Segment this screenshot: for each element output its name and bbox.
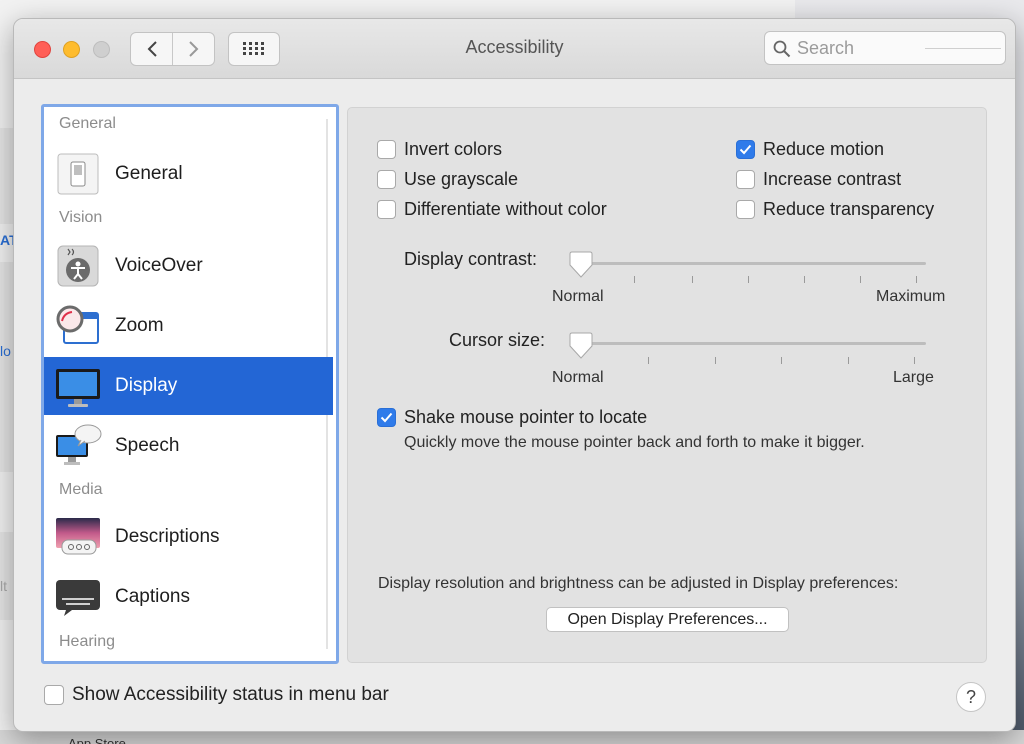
background-strip xyxy=(0,262,14,472)
sidebar-item-label: General xyxy=(115,163,183,184)
sidebar-item-descriptions[interactable]: Descriptions xyxy=(44,508,333,566)
display-contrast-track[interactable] xyxy=(573,262,926,265)
display-settings-panel: Invert colors Use grayscale Differentiat… xyxy=(347,107,987,663)
display-contrast-min-label: Normal xyxy=(552,288,604,305)
cursor-size-min-label: Normal xyxy=(552,369,604,386)
use-grayscale-checkbox[interactable] xyxy=(377,170,396,189)
slider-tick xyxy=(648,357,649,364)
use-grayscale-option[interactable]: Use grayscale xyxy=(377,169,518,190)
slider-tick xyxy=(860,276,861,283)
sidebar-item-label: Display xyxy=(115,375,178,396)
background-text: lt xyxy=(0,578,7,594)
sidebar-item-general[interactable]: General xyxy=(44,145,333,203)
speech-icon xyxy=(56,424,102,465)
search-field[interactable] xyxy=(764,31,1006,65)
display-contrast-slider-knob[interactable] xyxy=(568,251,594,279)
slider-tick xyxy=(848,357,849,364)
checkbox-label: Shake mouse pointer to locate xyxy=(404,407,648,427)
cursor-size-label: Cursor size: xyxy=(449,330,546,350)
checkbox-label: Increase contrast xyxy=(763,169,902,189)
sidebar-item-speech[interactable]: Speech xyxy=(44,417,333,475)
invert-colors-option[interactable]: Invert colors xyxy=(377,139,502,160)
search-icon xyxy=(773,40,791,58)
shake-pointer-option[interactable]: Shake mouse pointer to locate xyxy=(377,407,647,428)
differentiate-without-color-option[interactable]: Differentiate without color xyxy=(377,199,607,220)
checkbox-label: Show Accessibility status in menu bar xyxy=(72,684,389,705)
sidebar-item-captions[interactable]: Captions xyxy=(44,568,333,626)
differentiate-without-color-checkbox[interactable] xyxy=(377,200,396,219)
checkbox-label: Reduce motion xyxy=(763,139,885,159)
background-strip xyxy=(0,532,14,620)
title-bar: Accessibility xyxy=(14,19,1015,79)
slider-tick xyxy=(781,357,782,364)
reduce-transparency-option[interactable]: Reduce transparency xyxy=(736,199,934,220)
slider-tick xyxy=(804,276,805,283)
background-text: lo xyxy=(0,343,11,359)
increase-contrast-checkbox[interactable] xyxy=(736,170,755,189)
voiceover-icon xyxy=(57,245,99,287)
sidebar-item-voiceover[interactable]: VoiceOver xyxy=(44,237,333,295)
section-header-hearing: Hearing xyxy=(59,633,116,650)
checkmark-icon xyxy=(380,412,393,423)
checkbox-label: Invert colors xyxy=(404,139,503,159)
category-sidebar[interactable]: General General Vision VoiceOver Zoom Di… xyxy=(41,104,339,664)
cursor-size-max-label: Large xyxy=(893,369,934,386)
sidebar-item-label: Speech xyxy=(115,435,180,456)
reduce-motion-checkbox[interactable] xyxy=(736,140,755,159)
display-contrast-max-label: Maximum xyxy=(876,288,946,305)
section-header-general: General xyxy=(59,115,116,132)
show-status-checkbox[interactable] xyxy=(44,685,64,705)
sidebar-item-label: Captions xyxy=(115,586,190,607)
search-input[interactable] xyxy=(797,36,917,60)
sidebar-item-label: Descriptions xyxy=(115,526,220,547)
sidebar-item-label: Zoom xyxy=(115,315,164,336)
descriptions-icon xyxy=(56,518,100,555)
sidebar-item-label: VoiceOver xyxy=(115,255,203,276)
sidebar-item-zoom[interactable]: Zoom xyxy=(44,297,333,355)
open-display-preferences-button[interactable]: Open Display Preferences... xyxy=(546,607,789,632)
background-strip xyxy=(0,128,14,224)
reduce-transparency-checkbox[interactable] xyxy=(736,200,755,219)
accessibility-window: Accessibility General General Vision xyxy=(13,18,1016,732)
sidebar-item-display[interactable]: Display xyxy=(44,357,333,415)
captions-icon xyxy=(56,580,100,616)
cursor-size-track[interactable] xyxy=(573,342,926,345)
section-header-vision: Vision xyxy=(59,209,103,226)
checkmark-icon xyxy=(739,144,752,155)
background-text: App Store xyxy=(68,736,126,744)
reduce-motion-option[interactable]: Reduce motion xyxy=(736,139,884,160)
section-header-media: Media xyxy=(59,481,103,498)
help-button[interactable]: ? xyxy=(956,682,986,712)
slider-tick xyxy=(914,357,915,364)
checkbox-label: Reduce transparency xyxy=(763,199,935,219)
slider-tick xyxy=(916,276,917,283)
zoom-icon xyxy=(56,305,99,344)
shake-pointer-description: Quickly move the mouse pointer back and … xyxy=(404,434,865,451)
slider-tick xyxy=(634,276,635,283)
shake-pointer-checkbox[interactable] xyxy=(377,408,396,427)
resolution-note: Display resolution and brightness can be… xyxy=(378,575,899,592)
search-divider xyxy=(925,48,1001,49)
slider-tick xyxy=(692,276,693,283)
checkbox-label: Use grayscale xyxy=(404,169,519,189)
invert-colors-checkbox[interactable] xyxy=(377,140,396,159)
increase-contrast-option[interactable]: Increase contrast xyxy=(736,169,901,190)
checkbox-label: Differentiate without color xyxy=(404,199,607,219)
display-contrast-label: Display contrast: xyxy=(404,249,538,269)
display-icon xyxy=(56,369,100,407)
show-status-option[interactable]: Show Accessibility status in menu bar xyxy=(44,684,389,706)
slider-tick xyxy=(715,357,716,364)
cursor-size-slider-knob[interactable] xyxy=(568,332,594,360)
switch-icon xyxy=(57,153,99,195)
slider-tick xyxy=(748,276,749,283)
background-window-bottom: App Store xyxy=(0,730,1024,744)
